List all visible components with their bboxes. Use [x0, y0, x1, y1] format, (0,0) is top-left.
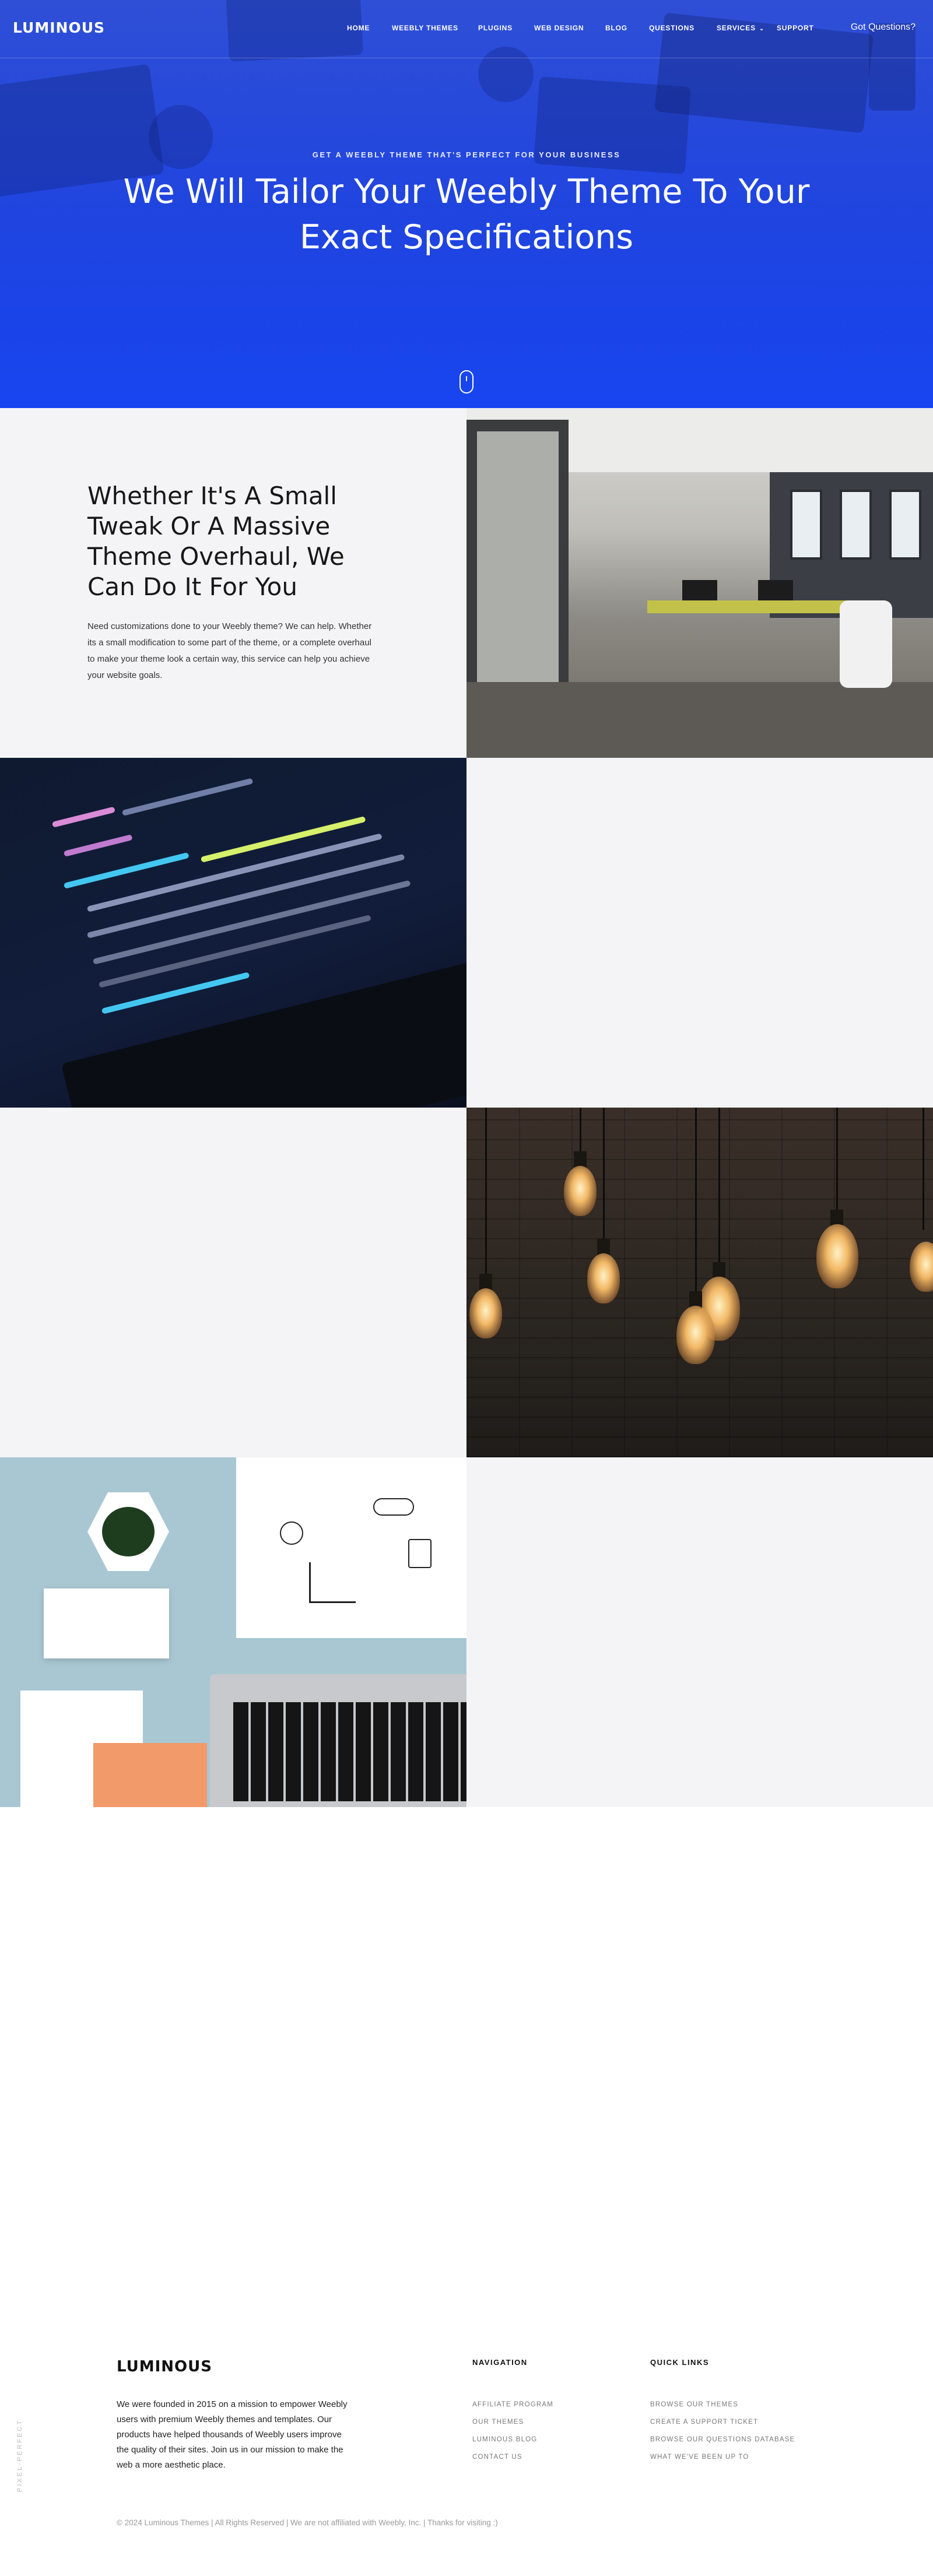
hero-background-cup — [149, 105, 213, 169]
bulb-wire — [836, 1108, 838, 1213]
hero-kicker: GET A WEEBLY THEME THAT'S PERFECT FOR YO… — [312, 150, 621, 159]
footer-link-questions-database[interactable]: BROWSE OUR QUESTIONS DATABASE — [650, 2431, 795, 2448]
blank-panel — [466, 1457, 933, 1807]
intro-content: Whether It's A Small Tweak Or A Massive … — [87, 481, 373, 684]
doodle-pie-chart — [280, 1521, 303, 1545]
office-desk — [647, 600, 869, 613]
doodle-business-bubble — [373, 1498, 414, 1516]
footer-link-luminous-blog[interactable]: LUMINOUS BLOG — [472, 2431, 553, 2448]
nav-services[interactable]: SERVICES ⌄ — [717, 24, 764, 32]
code-line — [63, 834, 133, 857]
nav-web-design[interactable]: WEB DESIGN — [534, 24, 584, 32]
office-floor — [466, 682, 933, 758]
footer-logo[interactable]: LUMINOUS — [117, 2358, 212, 2375]
business-card — [44, 1589, 169, 1658]
light-bulb — [587, 1253, 620, 1303]
chevron-down-icon: ⌄ — [759, 26, 765, 32]
footer-about-text: We were founded in 2015 on a mission to … — [117, 2399, 348, 2470]
desk-flatlay-photo — [0, 1457, 466, 1807]
bulb-wire — [485, 1108, 487, 1277]
nav-blog[interactable]: BLOG — [605, 24, 627, 32]
hero-section: LUMINOUS HOME WEEBLY THEMES PLUGINS WEB … — [0, 0, 933, 408]
office-photo — [466, 408, 933, 758]
nav-home[interactable]: HOME — [347, 24, 370, 32]
nav-weebly-themes[interactable]: WEEBLY THEMES — [392, 24, 458, 32]
bulb-wire — [603, 1108, 605, 1242]
light-bulb — [564, 1166, 597, 1216]
footer-link-our-themes[interactable]: OUR THEMES — [472, 2413, 553, 2431]
hero-title: We Will Tailor Your Weebly Theme To Your… — [123, 173, 810, 256]
code-screen-photo — [0, 758, 466, 1108]
succulent-plant — [102, 1507, 155, 1556]
footer-navigation: NAVIGATION AFFILIATE PROGRAM OUR THEMES … — [472, 2358, 553, 2466]
site-footer: PIXEL-PERFECT LUMINOUS We were founded i… — [0, 2332, 933, 2576]
scroll-down-mouse-icon[interactable] — [460, 370, 473, 393]
pixel-perfect-tag: PIXEL-PERFECT — [16, 2419, 23, 2492]
office-monitor — [758, 580, 793, 603]
footer-navigation-heading: NAVIGATION — [472, 2358, 528, 2367]
code-line — [200, 816, 366, 863]
code-line — [51, 806, 115, 828]
intro-heading: Whether It's A Small Tweak Or A Massive … — [87, 482, 345, 601]
office-monitor — [682, 580, 717, 603]
office-door-glass — [477, 431, 559, 723]
blank-panel — [466, 758, 933, 1108]
footer-link-browse-themes[interactable]: BROWSE OUR THEMES — [650, 2396, 795, 2413]
light-bulb — [676, 1306, 715, 1364]
hero-background-laptop — [534, 76, 691, 174]
footer-link-affiliate-program[interactable]: AFFILIATE PROGRAM — [472, 2396, 553, 2413]
orange-notebook — [93, 1743, 207, 1807]
site-logo[interactable]: LUMINOUS — [13, 19, 105, 36]
bulb-wire — [580, 1108, 581, 1154]
doodle-dollar — [408, 1539, 432, 1568]
footer-quick-links: QUICK LINKS BROWSE OUR THEMES CREATE A S… — [650, 2358, 795, 2466]
office-chair — [840, 600, 892, 688]
footer-copyright: © 2024 Luminous Themes | All Rights Rese… — [117, 2518, 498, 2527]
nav-questions[interactable]: QUESTIONS — [649, 24, 695, 32]
office-window — [889, 490, 921, 560]
footer-quick-links-heading: QUICK LINKS — [650, 2358, 709, 2367]
code-line — [63, 852, 190, 889]
got-questions-link[interactable]: Got Questions? — [851, 22, 916, 33]
brick-wall — [466, 1108, 933, 1457]
bulb-wire — [695, 1108, 697, 1294]
footer-link-contact-us[interactable]: CONTACT US — [472, 2448, 553, 2466]
code-line — [121, 778, 254, 816]
light-bulb — [816, 1224, 858, 1288]
intro-body: Need customizations done to your Weebly … — [87, 621, 372, 680]
doodle-paper — [236, 1457, 466, 1638]
bulb-wire — [718, 1108, 720, 1265]
nav-support[interactable]: SUPPORT — [777, 24, 814, 32]
footer-link-been-up-to[interactable]: WHAT WE'VE BEEN UP TO — [650, 2448, 795, 2466]
light-bulb — [469, 1288, 502, 1338]
office-window — [840, 490, 872, 560]
office-window — [790, 490, 822, 560]
doodle-bar-chart — [309, 1562, 356, 1603]
top-navigation: LUMINOUS HOME WEEBLY THEMES PLUGINS WEB … — [0, 0, 933, 58]
intro-panel: Whether It's A Small Tweak Or A Massive … — [0, 408, 466, 758]
light-bulbs-photo — [466, 1108, 933, 1457]
nav-services-label: SERVICES — [717, 24, 756, 32]
nav-plugins[interactable]: PLUGINS — [478, 24, 513, 32]
footer-link-support-ticket[interactable]: CREATE A SUPPORT TICKET — [650, 2413, 795, 2431]
blank-panel — [0, 1108, 466, 1457]
laptop-keyboard — [233, 1702, 466, 1801]
bulb-wire — [923, 1108, 924, 1230]
